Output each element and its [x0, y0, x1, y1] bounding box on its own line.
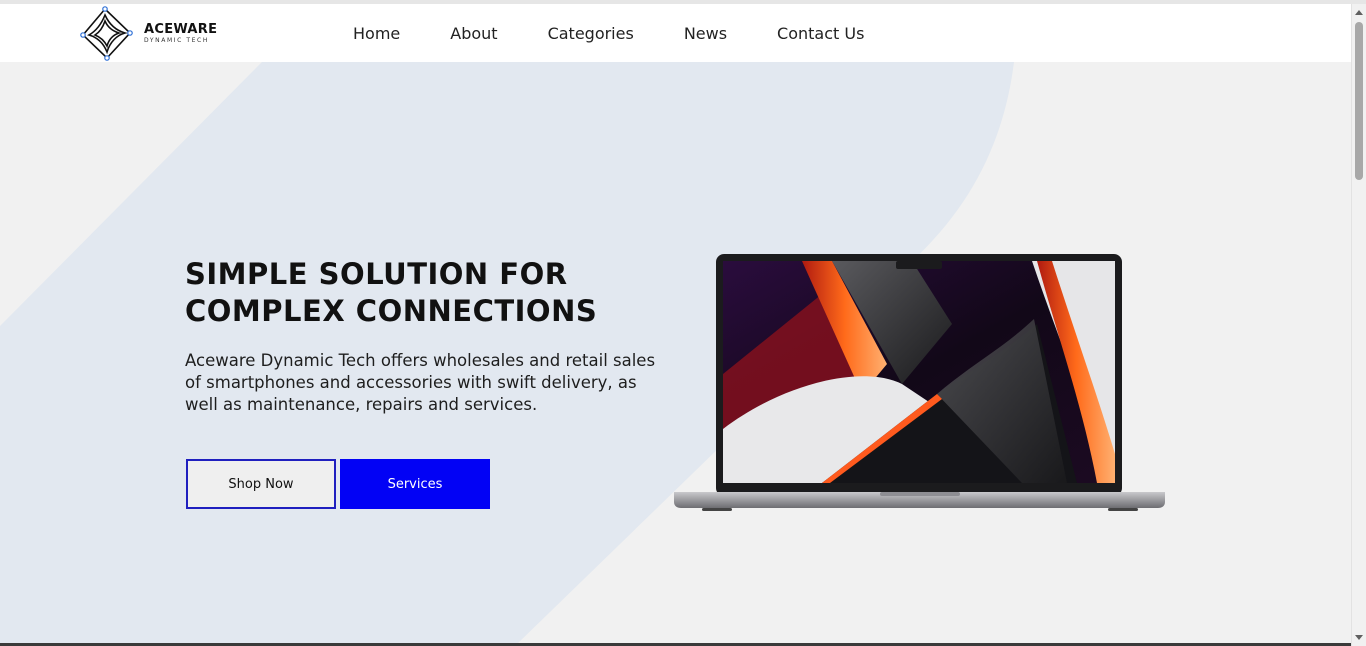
hero-headline: SIMPLE SOLUTION FOR COMPLEX CONNECTIONS: [185, 256, 665, 330]
nav-item-about[interactable]: About: [450, 24, 497, 43]
scrollbar-thumb[interactable]: [1355, 22, 1363, 180]
brand-logo[interactable]: ACEWARE DYNAMIC TECH: [80, 4, 230, 62]
laptop-image: [674, 254, 1165, 511]
scroll-up-arrow-icon[interactable]: [1355, 10, 1363, 15]
hero-headline-line1: SIMPLE SOLUTION FOR: [185, 257, 568, 291]
hero-headline-line2: COMPLEX CONNECTIONS: [185, 294, 598, 328]
brand-name: ACEWARE: [144, 21, 218, 37]
nav-item-categories[interactable]: Categories: [548, 24, 634, 43]
services-button[interactable]: Services: [340, 459, 490, 509]
page-scrollbar[interactable]: [1351, 4, 1366, 646]
nav-item-contact-us[interactable]: Contact Us: [777, 24, 864, 43]
nav-item-news[interactable]: News: [684, 24, 727, 43]
diamond-circuit-logo-icon: [80, 6, 133, 61]
shop-now-button[interactable]: Shop Now: [186, 459, 336, 509]
scroll-down-arrow-icon[interactable]: [1355, 635, 1363, 640]
hero-description: Aceware Dynamic Tech offers wholesales a…: [185, 351, 656, 414]
nav-item-home[interactable]: Home: [353, 24, 400, 43]
main-nav: Home About Categories News Contact Us: [353, 4, 914, 62]
hero-section: SIMPLE SOLUTION FOR COMPLEX CONNECTIONS …: [0, 62, 1351, 646]
brand-tagline: DYNAMIC TECH: [144, 36, 209, 44]
site-header: ACEWARE DYNAMIC TECH Home About Categori…: [0, 4, 1351, 63]
